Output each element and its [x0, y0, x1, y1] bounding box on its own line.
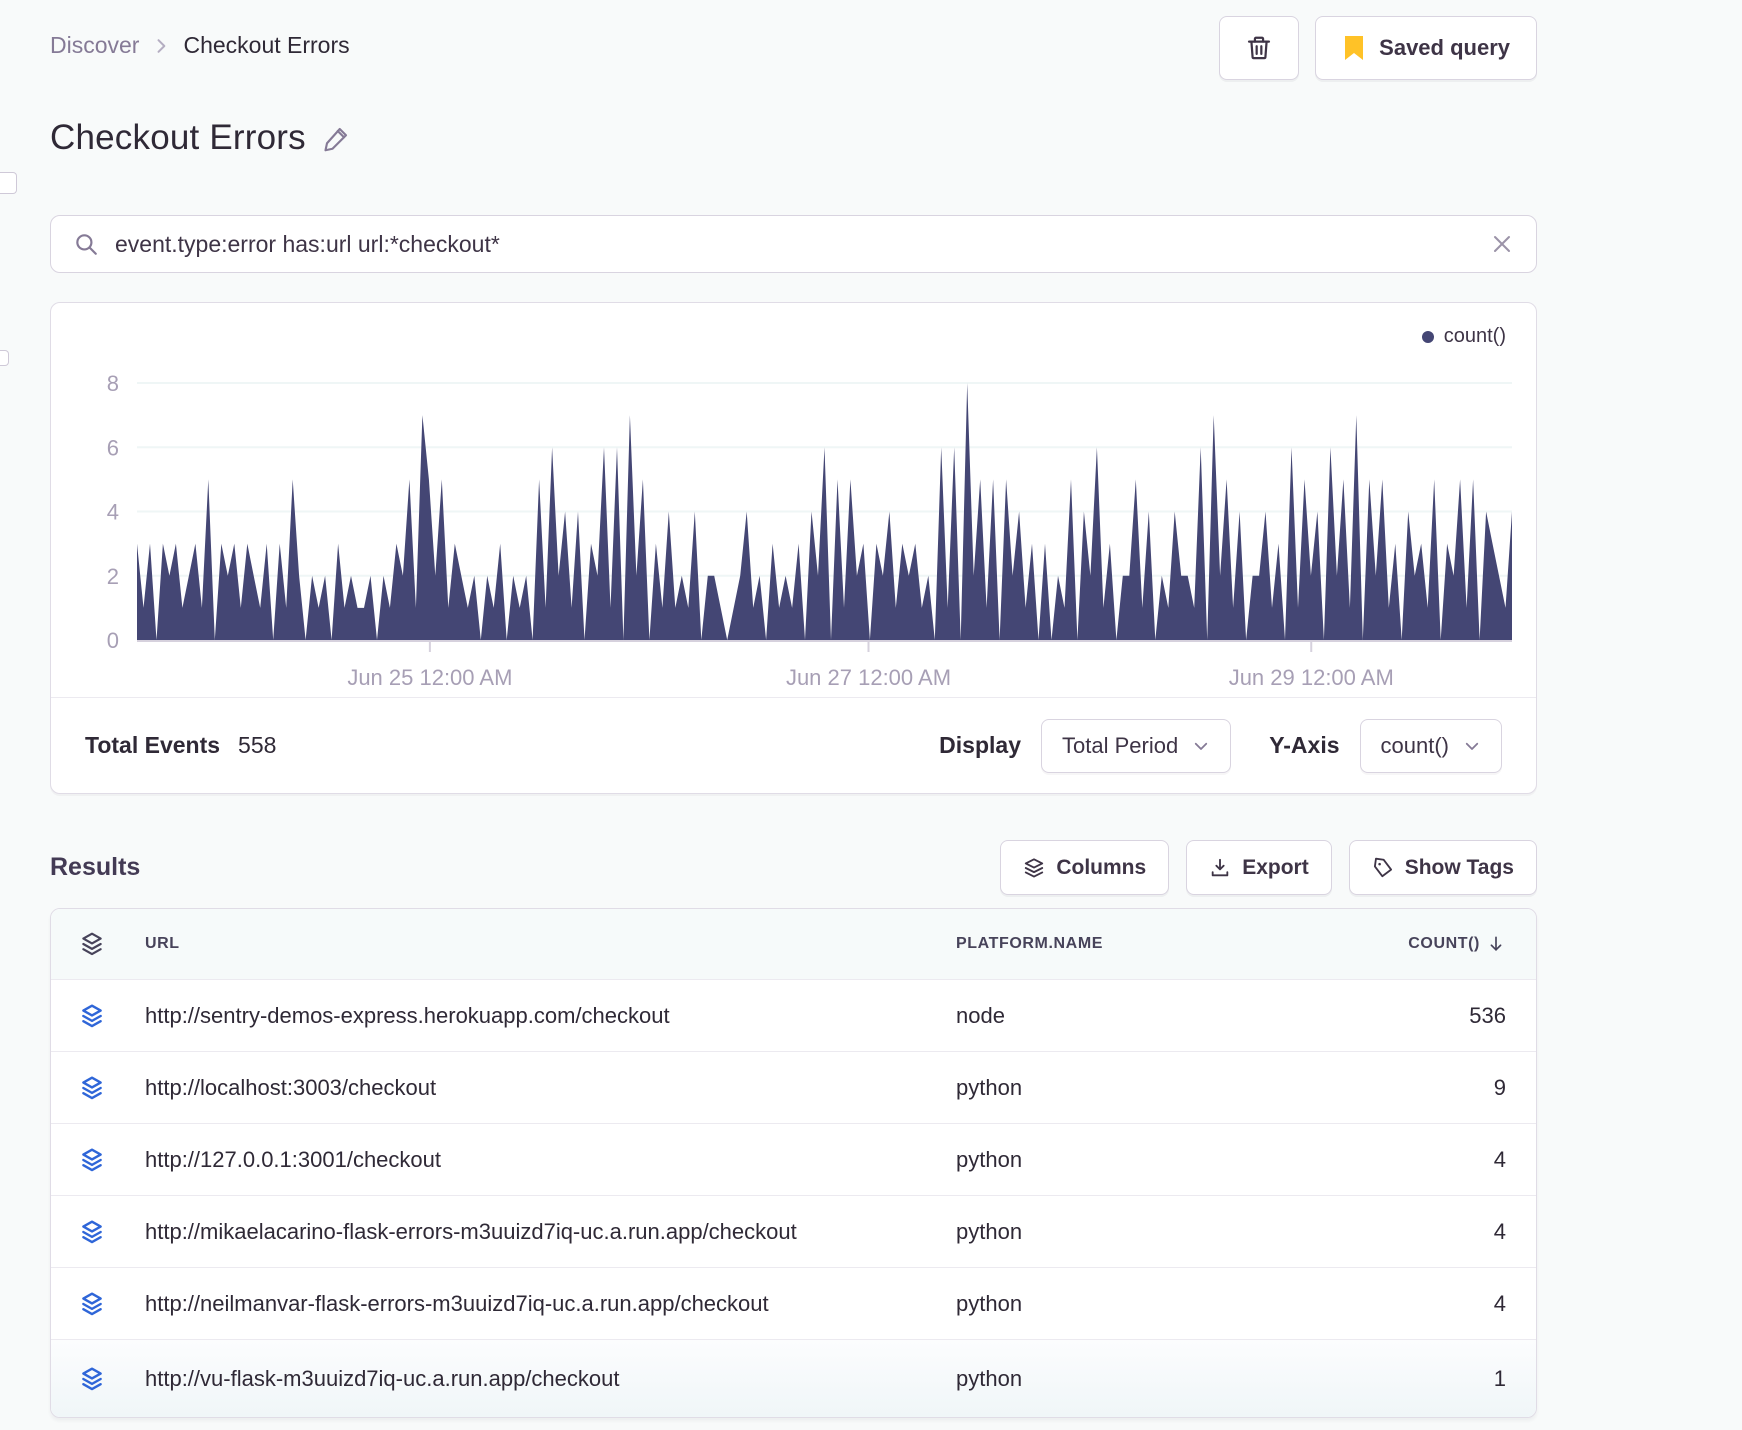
stack-icon[interactable] — [79, 931, 145, 957]
table-header-row: URL PLATFORM.NAME COUNT() — [51, 909, 1536, 979]
results-actions: Columns Export Show Tags — [1000, 840, 1537, 895]
table-row[interactable]: http://sentry-demos-express.herokuapp.co… — [51, 979, 1536, 1051]
column-header-count[interactable]: COUNT() — [1408, 934, 1506, 954]
stack-icon[interactable] — [79, 1075, 145, 1101]
stack-icon[interactable] — [79, 1366, 145, 1392]
collapsed-sidebar-handle[interactable] — [0, 172, 17, 194]
chevron-down-icon — [1463, 737, 1481, 755]
stack-icon[interactable] — [79, 1291, 145, 1317]
saved-query-label: Saved query — [1379, 35, 1510, 60]
saved-query-button[interactable]: Saved query — [1315, 16, 1537, 80]
sort-descending-icon — [1486, 934, 1506, 954]
export-button-label: Export — [1242, 855, 1309, 879]
events-area-chart[interactable]: 0 2 4 6 8 Jun 25 12:00 AM Jun 27 12:00 AM Jun 2… — [77, 345, 1512, 697]
row-count: 4 — [1493, 1146, 1506, 1172]
edit-title-pencil-icon[interactable] — [322, 123, 352, 153]
legend-count-label: count() — [1443, 325, 1506, 347]
download-icon — [1209, 857, 1231, 879]
table-row[interactable]: http://localhost:3003/checkout python 9 — [51, 1051, 1536, 1123]
chevron-right-icon — [151, 36, 171, 56]
count-header-label: COUNT() — [1408, 935, 1480, 952]
results-table: URL PLATFORM.NAME COUNT() http://sentry-… — [50, 908, 1537, 1418]
row-platform: python — [956, 1290, 1023, 1316]
breadcrumb-current: Checkout Errors — [183, 32, 350, 58]
stack-icon[interactable] — [79, 1147, 145, 1173]
chart-controls: Display Total Period Y-Axis count() — [939, 718, 1502, 773]
page-title: Checkout Errors — [50, 118, 306, 157]
top-actions: Saved query — [1219, 16, 1537, 80]
svg-text:Jun 29 12:00 AM: Jun 29 12:00 AM — [1229, 665, 1394, 690]
table-row[interactable]: http://127.0.0.1:3001/checkout python 4 — [51, 1123, 1536, 1195]
clear-search-icon[interactable] — [1490, 232, 1514, 256]
row-platform: python — [956, 1218, 1023, 1244]
show-tags-button[interactable]: Show Tags — [1348, 840, 1537, 895]
row-platform: python — [956, 1365, 1023, 1391]
row-url[interactable]: http://vu-flask-m3uuizd7iq-uc.a.run.app/… — [145, 1366, 956, 1392]
stack-icon[interactable] — [79, 1219, 145, 1245]
events-chart-panel: count() 0 2 4 6 8 Jun 25 12:00 AM Jun 27 12:00… — [50, 302, 1537, 794]
columns-button[interactable]: Columns — [1000, 840, 1170, 895]
yaxis-label: Y-Axis — [1269, 732, 1340, 758]
export-button[interactable]: Export — [1186, 840, 1332, 895]
row-url[interactable]: http://mikaelacarino-flask-errors-m3uuiz… — [145, 1219, 956, 1245]
yaxis-dropdown-value: count() — [1380, 732, 1449, 758]
top-bar: Discover Checkout Errors Saved query — [50, 0, 1537, 80]
show-tags-button-label: Show Tags — [1404, 855, 1514, 879]
stack-icon[interactable] — [79, 1003, 145, 1029]
results-heading: Results — [50, 853, 141, 881]
row-url[interactable]: http://localhost:3003/checkout — [145, 1075, 956, 1101]
results-header-row: Results Columns Export Show Tags — [50, 840, 1537, 895]
total-events-label: Total Events — [85, 732, 221, 758]
row-count: 536 — [1469, 1002, 1506, 1028]
row-platform: node — [956, 1002, 1005, 1028]
row-count: 9 — [1493, 1074, 1506, 1100]
row-count: 1 — [1493, 1365, 1506, 1391]
svg-text:2: 2 — [107, 564, 119, 589]
chevron-down-icon — [1192, 737, 1210, 755]
layers-icon — [1023, 857, 1045, 879]
breadcrumb-discover[interactable]: Discover — [50, 32, 139, 59]
row-count: 4 — [1493, 1218, 1506, 1244]
total-events: Total Events 558 — [85, 732, 276, 759]
search-input[interactable]: event.type:error has:url url:*checkout* — [115, 231, 1474, 258]
display-dropdown[interactable]: Total Period — [1041, 718, 1232, 773]
svg-text:6: 6 — [107, 435, 119, 460]
title-row: Checkout Errors — [50, 118, 1537, 158]
trash-icon — [1245, 34, 1273, 62]
row-url[interactable]: http://neilmanvar-flask-errors-m3uuizd7i… — [145, 1291, 956, 1317]
collapsed-panel-handle[interactable] — [0, 350, 9, 366]
chart-legend[interactable]: count() — [1421, 325, 1506, 348]
search-icon — [73, 231, 99, 257]
row-url[interactable]: http://sentry-demos-express.herokuapp.co… — [145, 1003, 956, 1029]
column-header-url[interactable]: URL — [145, 935, 956, 953]
display-dropdown-value: Total Period — [1062, 732, 1179, 758]
table-row[interactable]: http://neilmanvar-flask-errors-m3uuizd7i… — [51, 1267, 1536, 1339]
row-platform: python — [956, 1074, 1023, 1100]
svg-text:Jun 27 12:00 AM: Jun 27 12:00 AM — [786, 665, 951, 690]
chart-area[interactable]: 0 2 4 6 8 Jun 25 12:00 AM Jun 27 12:00 AM Jun 2… — [51, 303, 1536, 697]
display-label: Display — [939, 732, 1021, 758]
svg-text:0: 0 — [107, 628, 119, 653]
yaxis-dropdown[interactable]: count() — [1359, 718, 1502, 773]
bookmark-icon — [1342, 35, 1366, 61]
svg-text:8: 8 — [107, 371, 119, 396]
columns-button-label: Columns — [1056, 855, 1147, 879]
breadcrumb: Discover Checkout Errors — [50, 32, 350, 59]
tag-icon — [1372, 857, 1394, 879]
row-url[interactable]: http://127.0.0.1:3001/checkout — [145, 1147, 956, 1173]
legend-dot-icon — [1421, 330, 1434, 343]
delete-query-button[interactable] — [1219, 16, 1300, 80]
column-header-platform[interactable]: PLATFORM.NAME — [956, 935, 1346, 953]
search-bar[interactable]: event.type:error has:url url:*checkout* — [50, 215, 1537, 273]
row-platform: python — [956, 1146, 1023, 1172]
svg-text:4: 4 — [107, 500, 119, 525]
svg-text:Jun 25 12:00 AM: Jun 25 12:00 AM — [347, 665, 512, 690]
chart-footer: Total Events 558 Display Total Period Y-… — [51, 697, 1536, 793]
row-count: 4 — [1493, 1290, 1506, 1316]
table-row[interactable]: http://vu-flask-m3uuizd7iq-uc.a.run.app/… — [51, 1339, 1536, 1417]
total-events-value: 558 — [238, 732, 277, 758]
table-row[interactable]: http://mikaelacarino-flask-errors-m3uuiz… — [51, 1195, 1536, 1267]
